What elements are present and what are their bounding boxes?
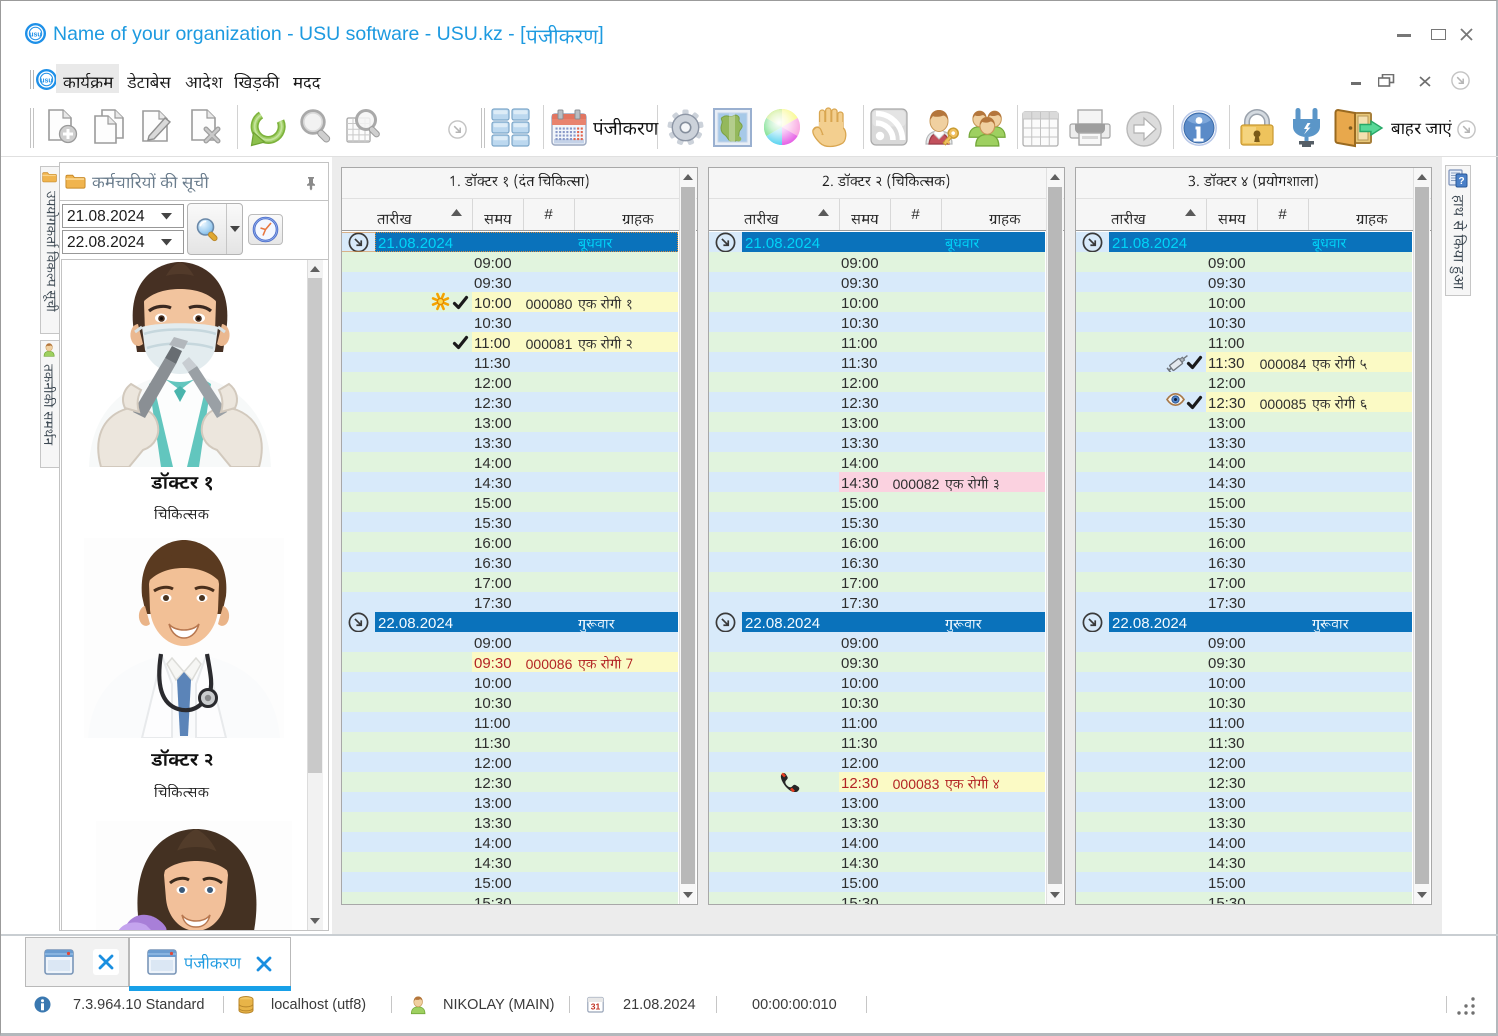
svg-text:?: ? [1458, 176, 1464, 187]
svg-text:usu: usu [40, 77, 52, 84]
svg-text:usu: usu [29, 31, 41, 38]
svg-text:31: 31 [591, 1002, 601, 1012]
